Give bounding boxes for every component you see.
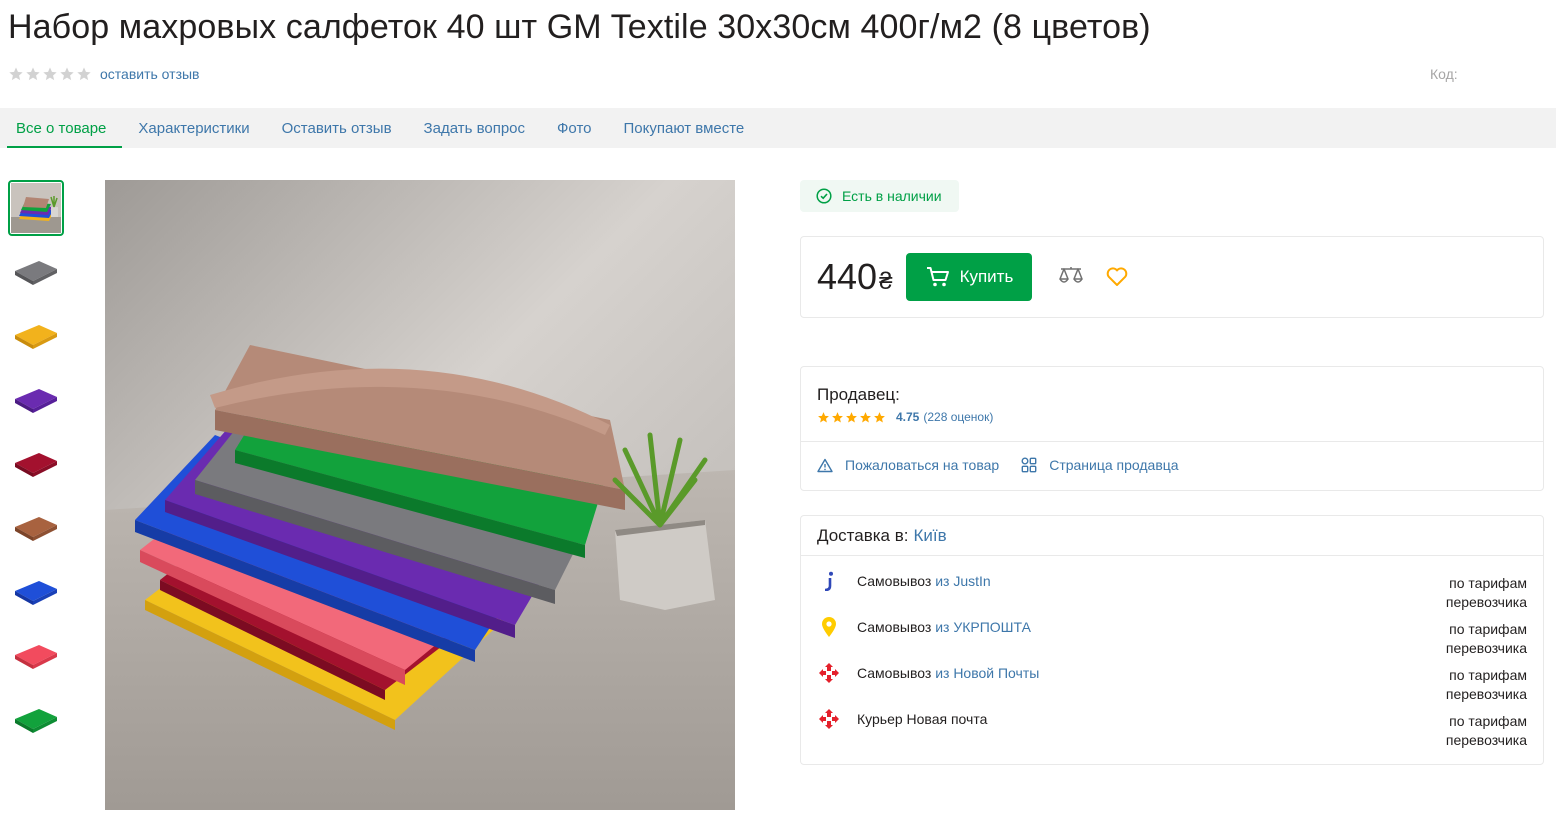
delivery-header: Доставка в: Київ — [801, 516, 1543, 556]
nova-poshta-icon — [817, 707, 841, 731]
tab-all-about[interactable]: Все о товаре — [0, 108, 123, 148]
empty-stars-icon — [8, 66, 92, 82]
delivery-tariff-carrier: перевозчика — [1445, 686, 1527, 702]
delivery-option-nova-poshta: Самовывоз из Новой Почты по тарифам пере… — [817, 661, 1527, 702]
thumbnail-burgundy[interactable] — [8, 436, 64, 492]
thumbnail-list — [8, 180, 64, 756]
product-code-label: Код: — [1430, 66, 1458, 82]
price: 440 ₴ — [817, 256, 892, 298]
tab-characteristics[interactable]: Характеристики — [122, 108, 265, 148]
seller-review-count[interactable]: (228 оценок) — [923, 410, 993, 424]
seller-score[interactable]: 4.75 — [896, 410, 919, 424]
leave-review-link[interactable]: оставить отзыв — [100, 66, 200, 82]
filled-stars-icon — [817, 411, 886, 424]
seller-page-link-label: Страница продавца — [1049, 457, 1179, 473]
delivery-tariff: по тарифам — [1449, 713, 1527, 729]
delivery-label: Доставка в: — [817, 525, 909, 545]
buy-box: 440 ₴ Купить — [800, 236, 1544, 318]
delivery-tariff-carrier: перевозчика — [1445, 640, 1527, 656]
delivery-city-link[interactable]: Київ — [913, 526, 946, 546]
heart-icon[interactable] — [1106, 267, 1128, 287]
delivery-method: Самовывоз — [857, 665, 932, 681]
thumbnail-brown[interactable] — [8, 500, 64, 556]
compare-icon[interactable] — [1058, 265, 1084, 289]
complain-link-label: Пожаловаться на товар — [845, 457, 1000, 473]
seller-card: Продавец: 4.75 (228 оценок) Пожаловаться… — [800, 366, 1544, 491]
in-stock-badge: Есть в наличии — [800, 180, 959, 212]
thumbnail-stack[interactable] — [8, 180, 64, 236]
delivery-tariff-carrier: перевозчика — [1445, 732, 1527, 748]
seller-label: Продавец: — [817, 385, 900, 404]
delivery-option-justin: Самовывоз из JustIn по тарифам перевозчи… — [817, 569, 1527, 610]
delivery-tariff: по тарифам — [1449, 667, 1527, 683]
delivery-tariff-carrier: перевозчика — [1445, 594, 1527, 610]
delivery-method: Самовывоз — [857, 573, 932, 589]
product-tabs: Все о товаре Характеристики Оставить отз… — [0, 108, 1556, 148]
delivery-from-link[interactable]: из JustIn — [935, 573, 990, 589]
nova-poshta-icon — [817, 661, 841, 685]
delivery-method: Самовывоз — [857, 619, 932, 635]
product-rating: оставить отзыв — [8, 64, 200, 84]
delivery-from-link[interactable]: из УКРПОШТА — [935, 619, 1031, 635]
complain-link[interactable]: Пожаловаться на товар — [817, 457, 999, 473]
tab-ask-question[interactable]: Задать вопрос — [408, 108, 541, 148]
warning-icon — [817, 458, 833, 472]
price-value: 440 — [817, 256, 878, 297]
seller-divider — [801, 441, 1543, 442]
seller-rating: 4.75 (228 оценок) — [817, 410, 993, 424]
price-currency: ₴ — [879, 268, 893, 295]
thumbnail-purple[interactable] — [8, 372, 64, 428]
delivery-tariff: по тарифам — [1449, 575, 1527, 591]
buy-button[interactable]: Купить — [906, 253, 1033, 301]
tab-leave-review[interactable]: Оставить отзыв — [266, 108, 408, 148]
justin-icon — [817, 569, 841, 593]
cart-icon — [926, 267, 949, 287]
delivery-tariff: по тарифам — [1449, 621, 1527, 637]
tab-photo[interactable]: Фото — [541, 108, 607, 148]
delivery-from-link[interactable]: из Новой Почты — [935, 665, 1039, 681]
check-circle-icon — [816, 188, 832, 204]
buy-button-label: Купить — [959, 267, 1014, 286]
thumbnail-pink[interactable] — [8, 628, 64, 684]
main-product-photo[interactable] — [105, 180, 735, 810]
delivery-option-courier: Курьер Новая почта по тарифам перевозчик… — [817, 707, 1527, 748]
grid-icon — [1021, 457, 1037, 473]
thumbnail-gray[interactable] — [8, 244, 64, 300]
tab-bought-together[interactable]: Покупают вместе — [608, 108, 761, 148]
thumbnail-green[interactable] — [8, 692, 64, 748]
seller-links: Пожаловаться на товар Страница продавца — [817, 457, 1201, 473]
delivery-method: Курьер Новая почта — [857, 711, 988, 727]
product-title: Набор махровых салфеток 40 шт GM Textile… — [8, 8, 1151, 46]
seller-page-link[interactable]: Страница продавца — [1021, 457, 1179, 473]
ukrposhta-icon — [817, 615, 841, 639]
thumbnail-blue[interactable] — [8, 564, 64, 620]
delivery-card: Доставка в: Київ Самовывоз из JustIn по … — [800, 515, 1544, 765]
thumbnail-yellow[interactable] — [8, 308, 64, 364]
in-stock-label: Есть в наличии — [842, 188, 942, 204]
delivery-option-ukrposhta: Самовывоз из УКРПОШТА по тарифам перевоз… — [817, 615, 1527, 656]
